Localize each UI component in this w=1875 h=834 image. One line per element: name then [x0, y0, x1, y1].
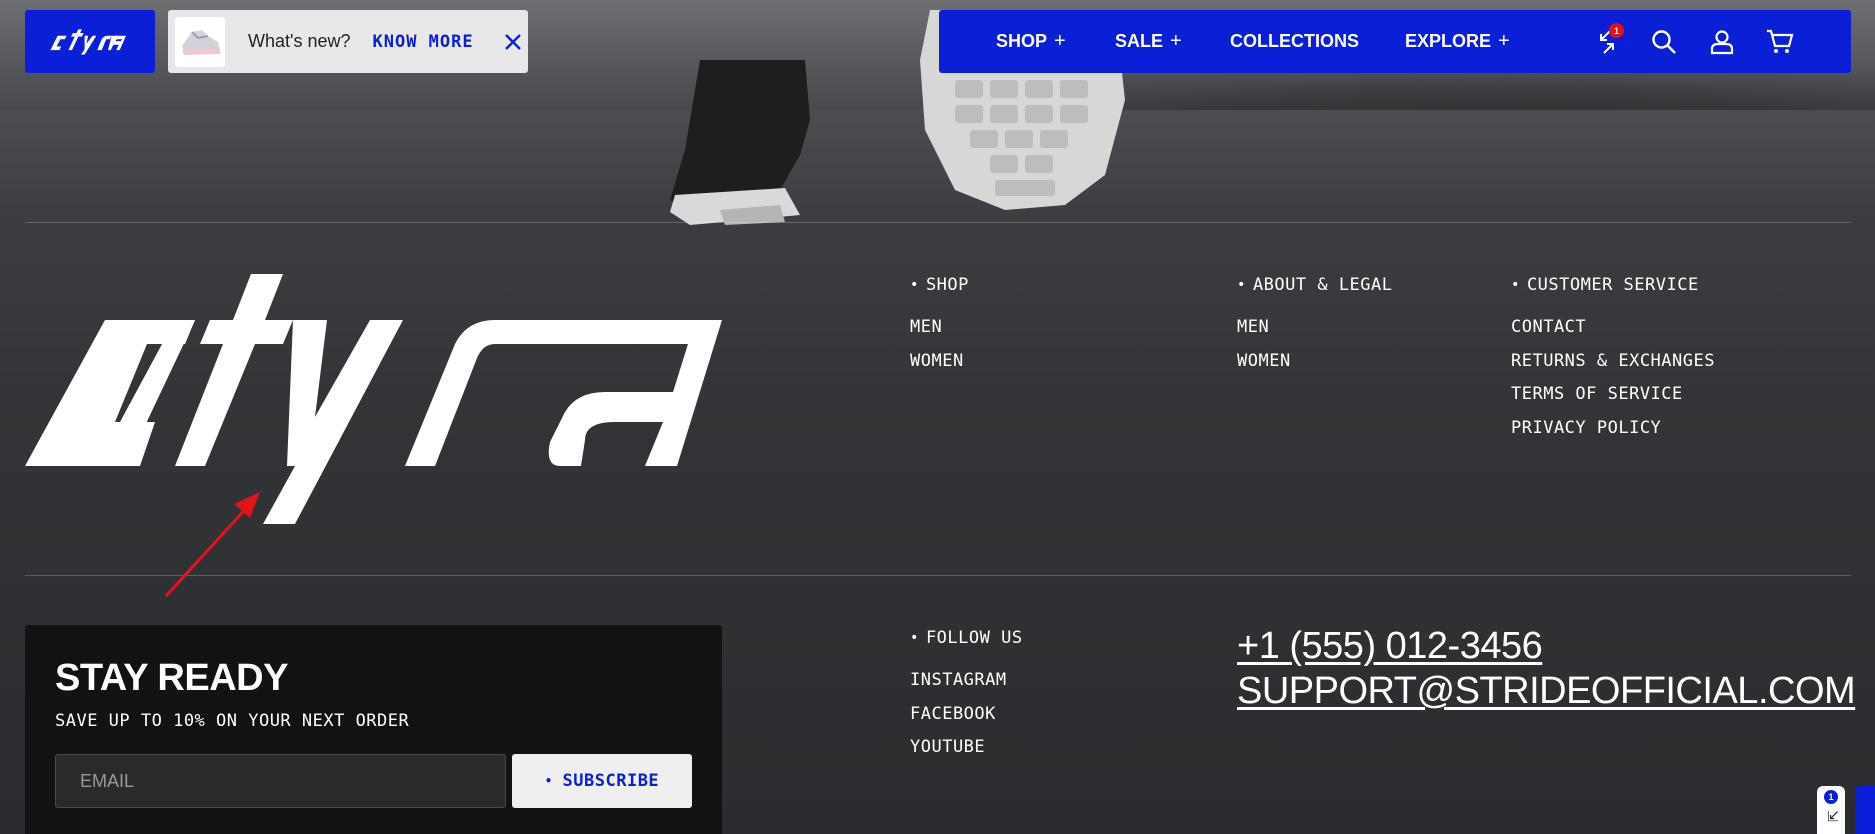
footer-link-youtube[interactable]: YOUTUBE [910, 736, 1023, 770]
footer-divider-middle [25, 575, 1851, 576]
whats-new-banner: What's new? KNOW MORE [168, 10, 528, 73]
footer-link-privacy[interactable]: PRIVACY POLICY [1511, 417, 1715, 451]
close-icon[interactable] [502, 31, 524, 53]
side-widget-badge: 1 [1824, 790, 1838, 804]
nav-collections[interactable]: COLLECTIONS [1230, 10, 1359, 73]
footer-link-terms[interactable]: TERMS OF SERVICE [1511, 383, 1715, 417]
footer-col-shop: • SHOP MEN WOMEN [910, 274, 969, 383]
email-field[interactable] [55, 754, 506, 808]
footer-link-men[interactable]: MEN [910, 316, 969, 350]
site-logo[interactable] [25, 10, 155, 73]
newsletter-title: STAY READY [55, 657, 288, 699]
nav-sale[interactable]: SALE + [1115, 10, 1182, 73]
footer-link-men[interactable]: MEN [1237, 316, 1393, 350]
styra-footer-logo [25, 274, 722, 524]
bullet-icon: • [544, 774, 553, 788]
whats-new-text: What's new? [248, 31, 351, 51]
footer-col-about: • ABOUT & LEGAL MEN WOMEN [1237, 274, 1393, 383]
compare-icon[interactable]: 1 [1593, 23, 1624, 56]
footer-divider-top [25, 222, 1851, 223]
know-more-link[interactable]: KNOW MORE [372, 32, 473, 52]
sneaker-icon [182, 29, 220, 55]
annotation-arrow-icon [164, 492, 260, 598]
footer-link-returns[interactable]: RETURNS & EXCHANGES [1511, 350, 1715, 384]
subscribe-button[interactable]: • SUBSCRIBE [512, 754, 692, 808]
compare-side-widget[interactable]: 1 ⇲ [1817, 786, 1845, 834]
footer-col-title: • FOLLOW US [910, 628, 1023, 648]
footer-col-customer-service: • CUSTOMER SERVICE CONTACT RETURNS & EXCH… [1511, 274, 1715, 450]
account-icon[interactable] [1708, 28, 1736, 56]
compare-count-badge: 1 [1609, 23, 1624, 38]
side-tab[interactable] [1855, 786, 1875, 834]
compare-arrows-icon: ⇲ [1823, 810, 1840, 822]
runner-shoe-image [670, 60, 810, 225]
newsletter-subtitle: SAVE UP TO 10% ON YOUR NEXT ORDER [55, 711, 410, 731]
phone-link[interactable]: +1 (555) 012-3456 [1237, 625, 1543, 668]
cart-icon[interactable] [1766, 28, 1794, 56]
nav-shop[interactable]: SHOP + [996, 10, 1066, 73]
sneaker-thumbnail [175, 16, 225, 67]
footer-col-title: • SHOP [910, 275, 969, 295]
nav-explore[interactable]: EXPLORE + [1405, 10, 1510, 73]
footer-col-follow: • FOLLOW US INSTAGRAM FACEBOOK YOUTUBE [910, 627, 1023, 770]
footer-col-title: • ABOUT & LEGAL [1237, 275, 1393, 295]
email-link[interactable]: SUPPORT@STRIDEOFFICIAL.COM [1237, 670, 1856, 713]
footer-link-facebook[interactable]: FACEBOOK [910, 703, 1023, 737]
main-navigation: SHOP + SALE + COLLECTIONS EXPLORE + 1 [939, 10, 1851, 73]
footer-col-title: • CUSTOMER SERVICE [1511, 275, 1699, 295]
footer-link-instagram[interactable]: INSTAGRAM [910, 669, 1023, 703]
newsletter-panel: STAY READY SAVE UP TO 10% ON YOUR NEXT O… [25, 625, 722, 834]
footer-link-women[interactable]: WOMEN [910, 350, 969, 384]
footer-link-contact[interactable]: CONTACT [1511, 316, 1715, 350]
search-icon[interactable] [1650, 28, 1678, 56]
footer-link-women[interactable]: WOMEN [1237, 350, 1393, 384]
styra-logo-icon [50, 28, 126, 55]
